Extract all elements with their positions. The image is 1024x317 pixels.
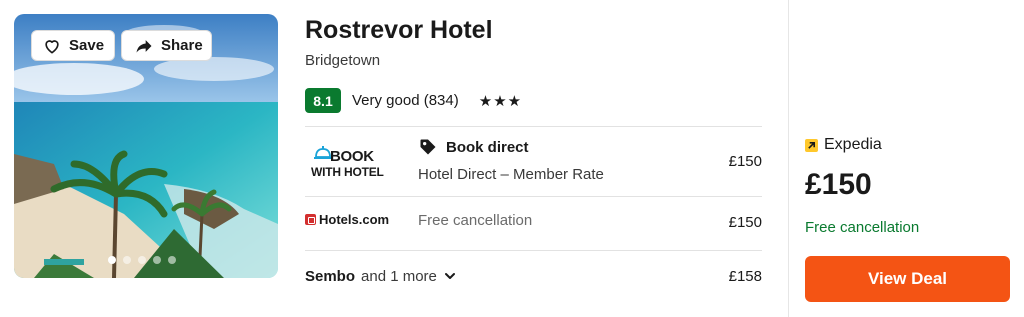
deal-cancellation: Free cancellation bbox=[805, 219, 920, 236]
book-direct-label: Book direct bbox=[446, 138, 529, 156]
offer-row-more-providers[interactable]: Sembo and 1 more £158 bbox=[305, 250, 762, 304]
offer-row-book-with-hotel[interactable]: BOOK WITH HOTEL Book direct Hotel Direct… bbox=[305, 126, 762, 196]
chevron-down-icon bbox=[444, 271, 455, 283]
carousel-dot[interactable] bbox=[153, 256, 161, 264]
carousel-dot[interactable] bbox=[108, 256, 116, 264]
book-with-hotel-logo: BOOK WITH HOTEL bbox=[305, 146, 385, 182]
share-label: Share bbox=[161, 37, 203, 54]
share-button[interactable]: Share bbox=[121, 30, 212, 61]
book-with-hotel-line2: WITH HOTEL bbox=[311, 165, 384, 179]
offer-price: £150 bbox=[728, 214, 762, 231]
hotels-com-logo: Hotels.com bbox=[305, 212, 389, 227]
rating-row: 8.1 Very good (834) ★★★ bbox=[305, 88, 522, 113]
deal-provider: Expedia bbox=[805, 136, 882, 154]
more-providers-label: and 1 more bbox=[361, 268, 437, 285]
hotels-com-icon bbox=[305, 214, 316, 225]
deal-provider-name: Expedia bbox=[824, 136, 882, 153]
offer-price: £158 bbox=[728, 268, 762, 285]
save-label: Save bbox=[69, 37, 105, 54]
offer-row-hotels-com[interactable]: Hotels.com Free cancellation £150 bbox=[305, 196, 762, 250]
offer-detail: Free cancellation bbox=[418, 212, 533, 229]
column-separator bbox=[788, 0, 789, 317]
share-arrow-icon bbox=[134, 36, 154, 56]
hotel-name[interactable]: Rostrevor Hotel bbox=[305, 16, 493, 45]
carousel-dot[interactable] bbox=[168, 256, 176, 264]
hotel-photo[interactable]: Save Share bbox=[14, 14, 278, 278]
deal-price: £150 bbox=[805, 168, 872, 201]
offer-detail: Hotel Direct – Member Rate bbox=[418, 166, 604, 183]
rating-score-badge: 8.1 bbox=[305, 88, 341, 113]
book-direct-tag: Book direct bbox=[418, 137, 529, 157]
hotel-location: Bridgetown bbox=[305, 52, 381, 69]
carousel-dot[interactable] bbox=[123, 256, 131, 264]
offer-price: £150 bbox=[728, 153, 762, 170]
carousel-dots bbox=[108, 256, 176, 264]
book-with-hotel-line1: BOOK bbox=[330, 148, 374, 165]
carousel-dot[interactable] bbox=[138, 256, 146, 264]
provider-name: Sembo bbox=[305, 268, 356, 285]
tag-icon bbox=[418, 137, 438, 157]
heart-icon bbox=[42, 36, 62, 56]
expedia-arrow-icon bbox=[805, 138, 818, 152]
hotel-result-card: Save Share Rostrevor Hotel Bridgetown 8.… bbox=[0, 0, 1024, 317]
view-deal-button[interactable]: View Deal bbox=[805, 256, 1010, 302]
star-rating: ★★★ bbox=[478, 92, 523, 110]
rating-text[interactable]: Very good (834) bbox=[352, 92, 459, 109]
more-providers-toggle[interactable]: Sembo and 1 more bbox=[305, 268, 455, 285]
save-button[interactable]: Save bbox=[31, 30, 115, 61]
hotels-com-label: Hotels.com bbox=[319, 212, 390, 227]
